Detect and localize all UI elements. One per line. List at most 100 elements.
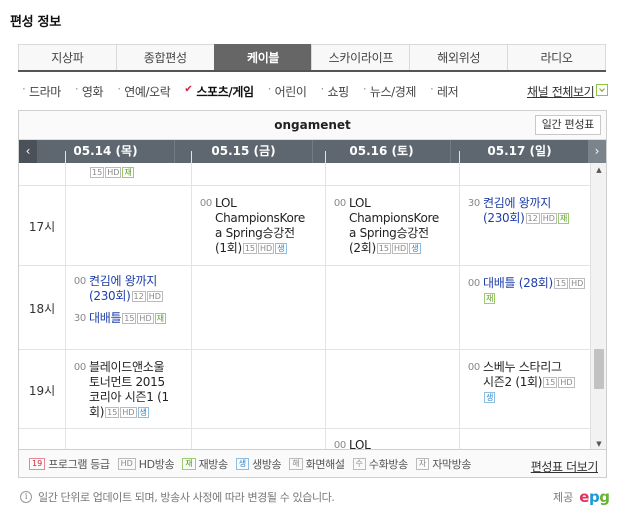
scroll-thumb[interactable]	[594, 349, 604, 389]
program-minute: 00	[73, 362, 86, 373]
schedule-row: 19시 00 블레이드앤소울 토너먼트 2015 코리아 시즌1 (1 회) 15 HD 생 00…	[19, 350, 590, 429]
program-title-line: 코리아 시즌1 (1	[89, 390, 169, 404]
sub-category-item[interactable]: 쇼핑	[321, 82, 350, 100]
legend-item: 19 프로그램 등급	[29, 456, 110, 472]
schedule-cell: 00 스베누 스타리그 시즌2 (1회) 15 HD 생	[459, 350, 590, 428]
program-item[interactable]: 00 LOL	[326, 438, 455, 450]
scroll-down-icon[interactable]: ▼	[591, 437, 606, 449]
program-badge: HD	[120, 407, 137, 418]
sub-category-item[interactable]: 영화	[75, 82, 104, 100]
schedule-cell	[65, 429, 191, 449]
channel-header: ongamenet 일간 편성표	[19, 111, 606, 140]
scroll-up-icon[interactable]: ▲	[591, 163, 606, 177]
program-title-line: LOL	[215, 196, 237, 210]
program-item[interactable]: 00 LOL ChampionsKore a Spring승강전 (1회) 15 HD 생	[192, 196, 321, 256]
schedule-cell: 00 블레이드앤소울 토너먼트 2015 코리아 시즌1 (1 회) 15 HD 생	[65, 350, 191, 428]
program-item[interactable]: 00 블레이드앤소울 토너먼트 2015 코리아 시즌1 (1 회) 15 HD 생	[66, 360, 187, 420]
schedule-cell	[459, 429, 590, 449]
program-item[interactable]: 00 대배틀 (28회) 15 HD 재	[460, 276, 586, 306]
legend-label: 화면해설	[305, 457, 345, 471]
tab-3[interactable]: 스카이라이프	[311, 44, 410, 70]
program-badge: 12	[525, 213, 540, 224]
program-badge: 생	[275, 243, 287, 254]
schedule-scrollbar[interactable]: ▲ ▼	[590, 163, 606, 449]
page-title: 편성 정보	[10, 15, 61, 30]
program-title-line: ChampionsKore	[215, 211, 305, 225]
sub-category-item[interactable]: 연예/오락	[117, 82, 171, 100]
more-guide-link[interactable]: 편성표 더보기	[531, 458, 599, 475]
sub-category-item[interactable]: 드라마	[22, 82, 61, 100]
program-title[interactable]: 대배틀 15 HD 재	[89, 311, 187, 326]
daily-guide-button[interactable]: 일간 편성표	[534, 115, 601, 135]
schedule-row: 18시 00 켠김에 왕까지 (230회) 12 HD 30 대배틀 15 HD 재 00 대배틀 (2…	[19, 266, 590, 350]
program-item[interactable]: 30 켠김에 왕까지 (230회) 12 HD 재	[460, 196, 586, 226]
program-badge: HD	[540, 213, 557, 224]
program-badge: 재	[484, 293, 496, 304]
next-week-button[interactable]: ›	[588, 140, 606, 163]
program-title[interactable]: 켠김에 왕까지 (230회) 12 HD	[89, 274, 187, 304]
program-item[interactable]: 00 스베누 스타리그 시즌2 (1회) 15 HD 생	[460, 360, 586, 405]
program-title[interactable]: 대배틀 (28회) 15 HD 재	[483, 276, 586, 306]
program-title-line: 토너먼트 2015	[89, 375, 165, 389]
schedule-panel: ongamenet 일간 편성표 ‹ 05.14 (목) 05.15 (금) 05.…	[18, 110, 607, 450]
program-item[interactable]: 30 대배틀 15 HD 재	[66, 311, 187, 326]
program-title[interactable]: LOL	[349, 438, 455, 450]
program-title-line: a Spring승강전	[215, 226, 295, 240]
program-badge: 생	[484, 392, 496, 403]
legend-bar: 19 프로그램 등급 HD HD방송 재 재방송 생 생방송 해 화면해설 수 수화방송 자 자막방송 편…	[18, 450, 607, 478]
schedule-cell	[65, 186, 191, 265]
program-title-line: LOL	[349, 196, 371, 210]
program-title[interactable]: LOL ChampionsKore a Spring승강전 (2회) 15 HD 생	[349, 196, 455, 256]
program-badge: 생	[409, 243, 421, 254]
sub-category-item[interactable]: 스포츠/게임	[184, 83, 254, 100]
program-title-line: (230회)	[483, 211, 525, 225]
tab-5[interactable]: 라디오	[507, 44, 606, 70]
chevron-down-icon[interactable]	[596, 84, 608, 96]
legend-item: 수 수화방송	[352, 456, 408, 472]
program-title-line: 켠김에 왕까지	[483, 196, 551, 210]
program-badge: 15	[553, 278, 569, 289]
legend-badge: 재	[182, 457, 196, 470]
legend-badge: HD	[117, 457, 136, 470]
program-item[interactable]: 00 LOL ChampionsKore a Spring승강전 (2회) 15 HD 생	[326, 196, 455, 256]
program-badge: 15	[376, 243, 392, 254]
schedule-cell	[325, 350, 459, 428]
program-title[interactable]: 15 HD 재	[89, 165, 187, 180]
info-icon: i	[20, 491, 32, 503]
sub-category-list: 드라마 영화 연예/오락 스포츠/게임 어린이 쇼핑 뉴스/경제 레저	[22, 82, 472, 100]
program-badge: HD	[105, 167, 122, 178]
program-title-line: (2회)	[349, 241, 376, 255]
schedule-cell	[191, 151, 325, 185]
program-badge: 15	[122, 313, 137, 324]
program-minute: 30	[73, 313, 86, 324]
tab-0[interactable]: 지상파	[18, 44, 116, 70]
program-title[interactable]: 블레이드앤소울 토너먼트 2015 코리아 시즌1 (1 회) 15 HD 생	[89, 360, 187, 420]
broadcast-tabs: 지상파 종합편성 케이블 스카이라이프 해외위성 라디오	[18, 44, 606, 72]
schedule-cell	[325, 151, 459, 185]
all-channels-link[interactable]: 채널 전체보기	[527, 83, 595, 100]
schedule-cell	[459, 151, 590, 185]
program-title-line: LOL	[349, 438, 371, 450]
program-minute: 00	[333, 198, 346, 209]
legend-badge: 자	[415, 457, 430, 470]
sub-category-item[interactable]: 뉴스/경제	[363, 82, 417, 100]
program-title[interactable]: LOL ChampionsKore a Spring승강전 (1회) 15 HD 생	[215, 196, 321, 256]
sub-category-item[interactable]: 어린이	[268, 82, 307, 100]
program-title-line: 켠김에 왕까지	[89, 274, 157, 288]
legend-item: HD HD방송	[117, 456, 175, 472]
sub-category-item[interactable]: 레저	[430, 82, 459, 100]
tab-4[interactable]: 해외위성	[409, 44, 508, 70]
program-item[interactable]: 00 켠김에 왕까지 (230회) 12 HD	[66, 274, 187, 304]
tab-2[interactable]: 케이블	[213, 44, 312, 70]
program-title-line: 회)	[89, 405, 105, 419]
schedule-cell	[191, 266, 325, 349]
schedule-cell: 00 켠김에 왕까지 (230회) 12 HD 30 대배틀 15 HD 재	[65, 266, 191, 349]
program-title[interactable]: 켠김에 왕까지 (230회) 12 HD 재	[483, 196, 586, 226]
program-badge: 생	[137, 407, 149, 418]
schedule-cell	[325, 266, 459, 349]
program-item[interactable]: 15 HD 재	[66, 165, 187, 180]
tab-1[interactable]: 종합편성	[115, 44, 214, 70]
program-title[interactable]: 스베누 스타리그 시즌2 (1회) 15 HD 생	[483, 360, 586, 405]
program-badge: 15	[242, 243, 258, 254]
legend-label: 생방송	[252, 457, 282, 471]
